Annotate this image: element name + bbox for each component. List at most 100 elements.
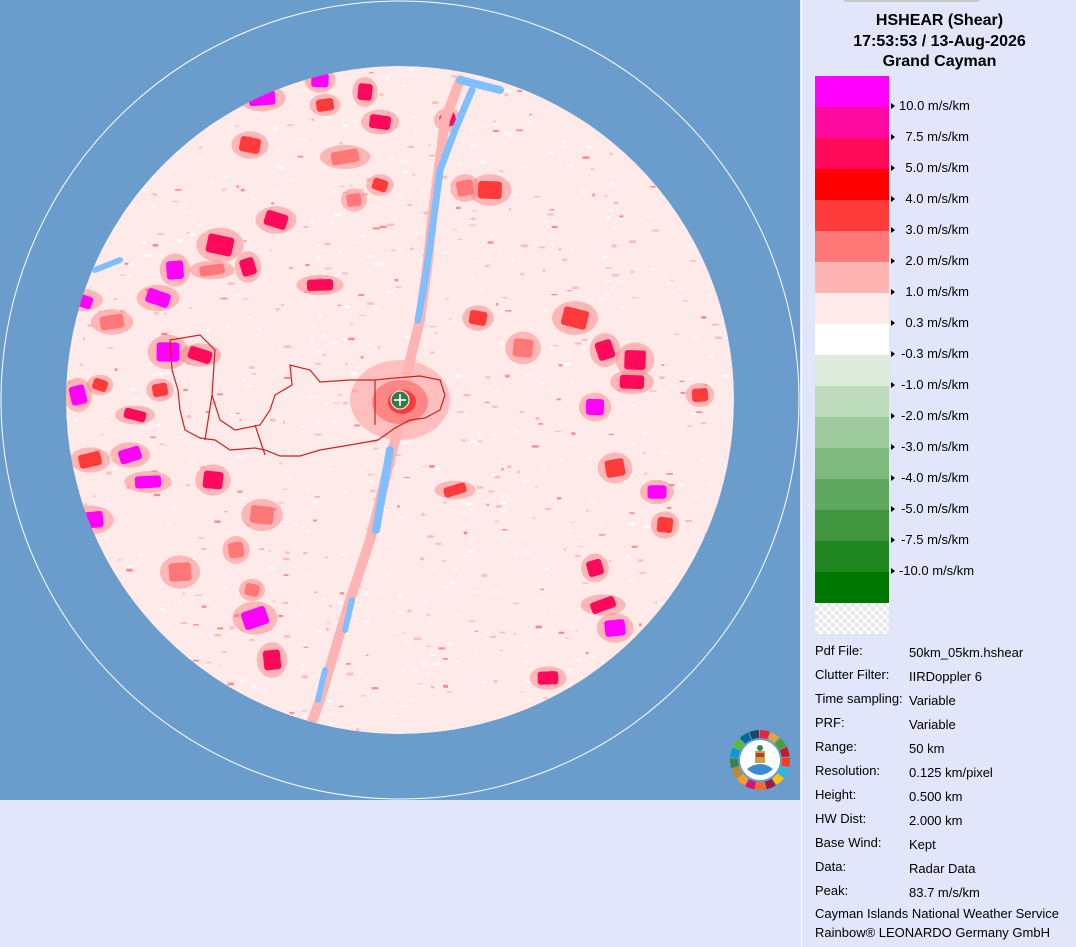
shear-speckle (492, 133, 496, 137)
shear-speckle (240, 679, 245, 683)
shear-speckle (474, 630, 479, 632)
shear-speckle (338, 601, 343, 604)
shear-speckle (567, 290, 572, 292)
shear-speckle (224, 511, 228, 513)
shear-speckle (457, 411, 464, 413)
metadata-key: Range: (815, 739, 857, 754)
metadata-value: Kept (909, 837, 936, 852)
shear-cell-halo (66, 288, 103, 312)
shear-speckle (242, 298, 248, 300)
shear-speckle (320, 250, 325, 252)
shear-speckle (120, 274, 125, 276)
shear-speckle (460, 229, 463, 231)
shear-speckle (540, 588, 544, 591)
shear-speckle (98, 476, 102, 479)
shear-speckle (389, 157, 395, 160)
shear-speckle (582, 582, 589, 585)
shear-speckle (502, 494, 508, 497)
shear-speckle (407, 145, 415, 148)
shear-speckle (157, 233, 164, 235)
shear-speckle (138, 553, 144, 556)
shear-speckle (224, 586, 227, 590)
shear-speckle (421, 662, 427, 665)
legend-swatch (815, 541, 889, 572)
shear-speckle (237, 490, 243, 493)
shear-speckle (504, 131, 507, 133)
shear-speckle (314, 591, 317, 593)
shear-speckle (211, 181, 215, 185)
shear-speckle (154, 311, 159, 315)
shear-speckle (397, 516, 404, 519)
legend-swatch (815, 324, 889, 355)
shear-speckle (707, 482, 715, 484)
shear-speckle (247, 385, 254, 388)
shear-speckle (499, 649, 504, 651)
color-scale (815, 76, 889, 634)
logo-ring-segment (760, 730, 770, 740)
shear-speckle (235, 412, 240, 414)
shear-speckle (652, 321, 660, 323)
metadata-key: Base Wind: (815, 835, 882, 850)
shear-speckle (678, 287, 685, 290)
shear-speckle (286, 551, 289, 554)
shear-speckle (331, 341, 338, 344)
shear-speckle (79, 325, 82, 327)
metadata-key: PRF: (815, 715, 845, 730)
shear-speckle (499, 461, 506, 463)
radar-site-marker[interactable] (390, 390, 410, 410)
shear-speckle (282, 601, 289, 604)
shear-speckle (243, 378, 246, 382)
shear-speckle (421, 513, 425, 516)
shear-speckle (240, 188, 245, 192)
shear-speckle (701, 316, 707, 319)
shear-speckle (428, 620, 432, 623)
shear-speckle (470, 156, 473, 158)
shear-speckle (402, 85, 408, 87)
shear-speckle (106, 501, 110, 503)
shear-speckle (598, 534, 606, 536)
legend-panel: HSHEAR (Shear) 17:53:53 / 13-Aug-2026 Gr… (801, 0, 1076, 947)
shear-speckle (452, 228, 456, 230)
shear-speckle (621, 211, 625, 214)
legend-swatch (815, 231, 889, 262)
shear-speckle (371, 687, 379, 690)
shear-speckle (473, 591, 479, 594)
shear-speckle (542, 435, 549, 437)
shear-speckle (399, 611, 404, 614)
shear-speckle (523, 660, 528, 663)
shear-speckle (397, 247, 402, 250)
shear-speckle (196, 224, 202, 226)
shear-speckle (329, 221, 334, 225)
shear-speckle (551, 243, 554, 247)
shear-speckle (447, 642, 452, 646)
shear-speckle (172, 201, 179, 203)
shear-speckle (611, 147, 614, 151)
metadata-key: Resolution: (815, 763, 881, 778)
shear-cell (248, 90, 276, 107)
shear-speckle (238, 173, 243, 175)
shear-speckle (475, 443, 479, 446)
shear-speckle (271, 202, 274, 205)
shear-speckle (276, 163, 280, 166)
shear-speckle (415, 130, 418, 132)
shear-speckle (314, 433, 322, 436)
shear-speckle (654, 602, 657, 604)
shear-speckle (490, 234, 495, 237)
shear-speckle (74, 352, 78, 354)
shear-speckle (324, 116, 331, 119)
legend-label: -7.5 m/s/km (891, 533, 969, 547)
shear-speckle (543, 220, 550, 223)
product-title: HSHEAR (Shear) (875, 12, 1004, 29)
shear-speckle (499, 631, 506, 634)
shear-speckle (667, 579, 674, 582)
shear-speckle (438, 647, 445, 650)
shear-speckle (190, 221, 196, 223)
shear-speckle (355, 724, 360, 726)
shear-speckle (477, 76, 481, 79)
shear-speckle (301, 604, 304, 607)
shear-speckle (334, 402, 341, 404)
shear-speckle (526, 699, 531, 701)
shear-speckle (599, 524, 603, 526)
shear-speckle (186, 415, 191, 418)
shear-speckle (502, 529, 507, 531)
